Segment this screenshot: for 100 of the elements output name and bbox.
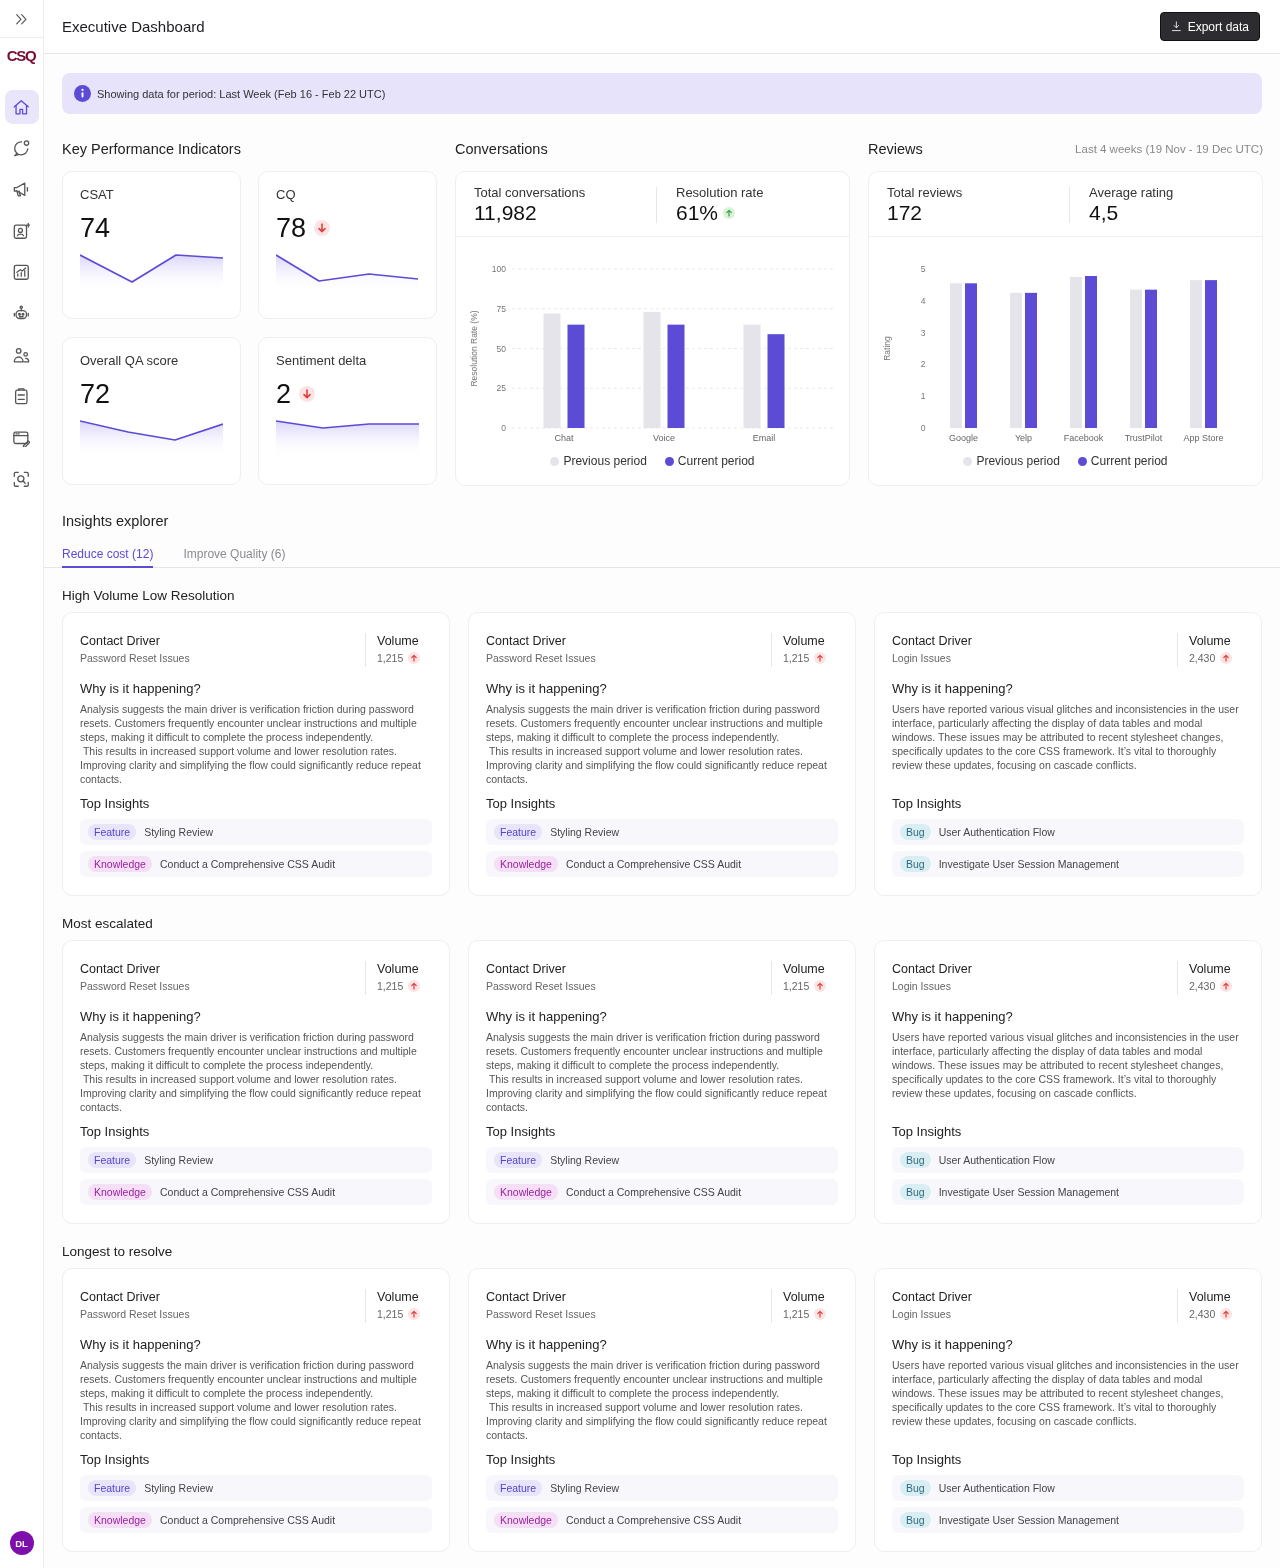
subheading: Top Insights — [80, 1452, 151, 1468]
category-tag: Knowledge — [88, 856, 152, 872]
insight-title: User Authentication Flow — [938, 826, 1055, 838]
volume-value: 1,215 — [377, 1307, 404, 1322]
x-tick-label: Yelp — [1014, 433, 1033, 443]
insight-row[interactable]: Feature Styling Review — [486, 819, 838, 845]
subheading: Top Insights — [486, 1452, 557, 1468]
category-tag: Feature — [88, 1152, 137, 1168]
subheading: Why is it happening? — [892, 1337, 1014, 1352]
driver-name: Password Reset Issues — [80, 979, 191, 994]
category-tag: Bug — [900, 856, 931, 872]
explanation-text: Analysis suggests the main driver is verification friction during password resets. Customers frequently encounter unclear instructions and multiple steps, making it difficult to complete the process independently. This results in increased support volume and lower resolution rates. Improving clarity and simplifying the flow could significantly reduce repeat contacts. — [80, 1358, 422, 1442]
bar-chart-icon — [13, 264, 30, 282]
insight-title: Conduct a Comprehensive CSS Audit — [159, 1514, 336, 1526]
insight-row[interactable]: Knowledge Conduct a Comprehensive CSS Audit — [486, 1179, 838, 1205]
insight-title: Styling Review — [144, 1154, 214, 1166]
kpi-label: CQ — [276, 187, 297, 203]
page-title: Executive Dashboard — [62, 18, 205, 35]
insight-row[interactable]: Knowledge Conduct a Comprehensive CSS Audit — [486, 851, 838, 877]
brand-logo[interactable]: CSQ — [6, 46, 37, 66]
category-tag: Feature — [88, 824, 137, 840]
insight-title: Styling Review — [144, 826, 214, 838]
category-tag: Bug — [900, 1152, 931, 1168]
subheading: Top Insights — [892, 1124, 963, 1140]
group-title: Longest to resolve — [62, 1243, 174, 1260]
field-label: Volume — [1189, 1289, 1232, 1305]
subheading: Why is it happening? — [486, 681, 608, 696]
double-chevron-icon — [14, 11, 29, 27]
category-tag: Knowledge — [88, 1512, 152, 1528]
field-label: Contact Driver — [892, 1289, 973, 1305]
field-label: Contact Driver — [486, 633, 567, 649]
legend-label: Previous period — [563, 454, 647, 468]
insight-title: Styling Review — [144, 1482, 214, 1494]
category-tag: Knowledge — [494, 1184, 558, 1200]
field-label: Contact Driver — [80, 1289, 161, 1305]
kpi-value: 72 — [80, 378, 111, 410]
insight-row[interactable]: Bug User Authentication Flow — [892, 819, 1244, 845]
insight-row[interactable]: Feature Styling Review — [80, 819, 432, 845]
insight-title: User Authentication Flow — [938, 1154, 1055, 1166]
subheading: Top Insights — [80, 796, 151, 812]
kpi-value: 78 — [276, 212, 307, 244]
y-axis-title: Rating — [882, 336, 892, 361]
insight-row[interactable]: Bug Investigate User Session Management — [892, 1179, 1244, 1205]
y-tick-label: 2 — [920, 359, 926, 370]
insight-row[interactable]: Knowledge Conduct a Comprehensive CSS Audit — [80, 851, 432, 877]
x-tick-label: TrustPilot — [1124, 433, 1163, 443]
field-label: Volume — [1189, 961, 1232, 977]
subheading: Top Insights — [486, 796, 557, 812]
insight-row[interactable]: Feature Styling Review — [486, 1147, 838, 1173]
subheading: Why is it happening? — [80, 1009, 202, 1024]
volume-value: 1,215 — [783, 979, 810, 994]
section-title: Reviews — [868, 140, 923, 158]
driver-name: Password Reset Issues — [486, 1307, 597, 1322]
user-avatar[interactable]: DL — [9, 1531, 34, 1555]
card-pencil-icon — [13, 429, 30, 447]
category-tag: Bug — [900, 1480, 931, 1496]
category-tag: Feature — [88, 1480, 137, 1496]
insight-row[interactable]: Knowledge Conduct a Comprehensive CSS Audit — [486, 1507, 838, 1533]
volume-value: 1,215 — [783, 1307, 810, 1322]
insight-row[interactable]: Feature Styling Review — [80, 1475, 432, 1501]
field-label: Volume — [1189, 633, 1232, 649]
driver-name: Password Reset Issues — [80, 651, 191, 666]
insight-row[interactable]: Bug User Authentication Flow — [892, 1475, 1244, 1501]
explanation-text: Analysis suggests the main driver is verification friction during password resets. Customers frequently encounter unclear instructions and multiple steps, making it difficult to complete the process independently. This results in increased support volume and lower resolution rates. Improving clarity and simplifying the flow could significantly reduce repeat contacts. — [80, 1030, 422, 1114]
insight-row[interactable]: Bug Investigate User Session Management — [892, 1507, 1244, 1533]
category-tag: Bug — [900, 824, 931, 840]
insight-row[interactable]: Bug User Authentication Flow — [892, 1147, 1244, 1173]
y-tick-label: 4 — [920, 295, 926, 306]
home-nav-button[interactable] — [4, 90, 39, 124]
group-title: Most escalated — [62, 915, 154, 932]
tab[interactable]: Reduce cost (12) — [62, 547, 154, 568]
field-label: Volume — [783, 1289, 826, 1305]
insight-row[interactable]: Knowledge Conduct a Comprehensive CSS Audit — [80, 1507, 432, 1533]
home-icon — [13, 98, 30, 116]
insight-row[interactable]: Bug Investigate User Session Management — [892, 851, 1244, 877]
category-tag: Feature — [494, 1152, 543, 1168]
field-label: Volume — [377, 961, 420, 977]
stat-label: Total conversations — [474, 185, 587, 201]
insight-title: Conduct a Comprehensive CSS Audit — [159, 1186, 336, 1198]
y-tick-label: 3 — [920, 327, 926, 338]
people-icon — [13, 346, 30, 364]
volume-value: 2,430 — [1189, 1307, 1216, 1322]
insight-row[interactable]: Feature Styling Review — [80, 1147, 432, 1173]
subheading: Why is it happening? — [80, 1337, 202, 1352]
tab[interactable]: Improve Quality (6) — [183, 547, 286, 568]
insight-title: Investigate User Session Management — [938, 858, 1120, 870]
category-tag: Knowledge — [494, 1512, 558, 1528]
scan-search-icon — [13, 471, 30, 488]
volume-value: 1,215 — [783, 651, 810, 666]
explanation-text: Analysis suggests the main driver is verification friction during password resets. Customers frequently encounter unclear instructions and multiple steps, making it difficult to complete the process independently. This results in increased support volume and lower resolution rates. Improving clarity and simplifying the flow could significantly reduce repeat contacts. — [486, 1030, 828, 1114]
kpi-label: CSAT — [80, 187, 115, 203]
category-tag: Bug — [900, 1512, 931, 1528]
insight-row[interactable]: Knowledge Conduct a Comprehensive CSS Audit — [80, 1179, 432, 1205]
insight-title: Investigate User Session Management — [938, 1514, 1120, 1526]
field-label: Volume — [783, 961, 826, 977]
insight-row[interactable]: Feature Styling Review — [486, 1475, 838, 1501]
insight-title: Conduct a Comprehensive CSS Audit — [565, 858, 742, 870]
explanation-text: Users have reported various visual glitches and inconsistencies in the user interface, particularly affecting the display of data tables and modal windows. These issues may be attributed to recent stylesheet changes, specifically updates to the core CSS framework. It’s vital to thoroughly review these updates, focusing on cascade conflicts. — [892, 1358, 1240, 1428]
export-data-button[interactable]: Export data — [1159, 12, 1260, 41]
field-label: Contact Driver — [80, 633, 161, 649]
